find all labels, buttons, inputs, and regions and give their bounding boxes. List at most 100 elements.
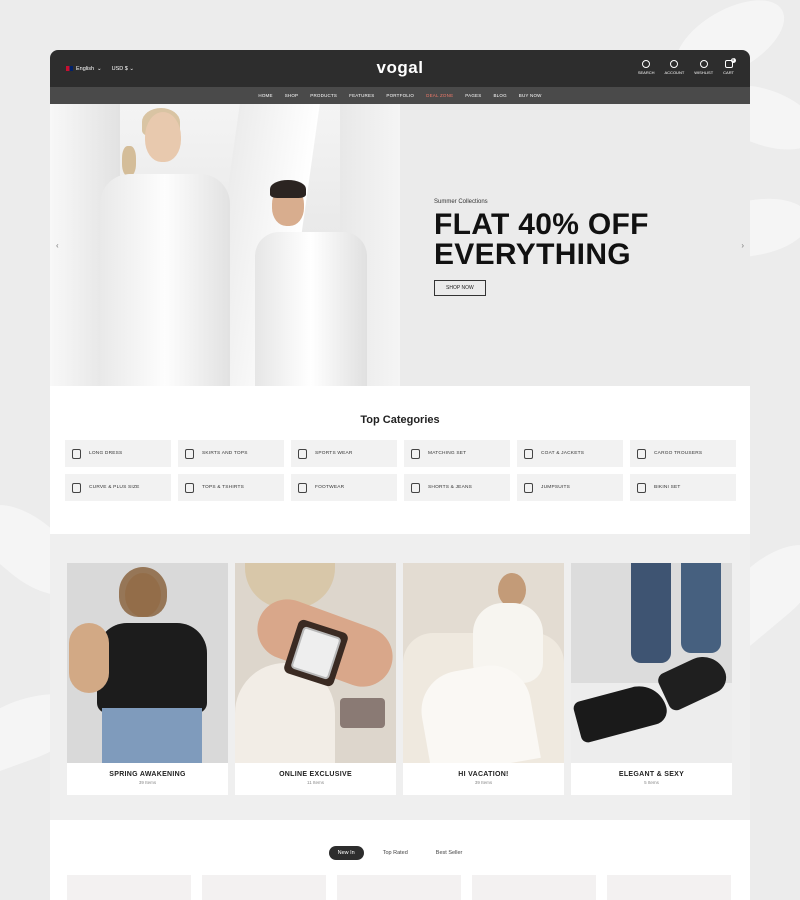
nav-blog[interactable]: BLOG [493, 93, 506, 98]
hero-title-line2: EVERYTHING [434, 238, 631, 271]
cart-icon: 0 [724, 58, 736, 68]
product-card[interactable] [67, 875, 191, 900]
header-actions: SEARCH ACCOUNT WISHLIST 0 CART [638, 58, 736, 75]
collection-count: 5 Items [644, 780, 659, 785]
category-tops-tshirts[interactable]: TOPS & TSHIRTS [178, 474, 284, 501]
nav-pages[interactable]: PAGES [465, 93, 481, 98]
skirt-icon [185, 448, 194, 459]
account-label: ACCOUNT [664, 70, 685, 75]
model-man [255, 232, 367, 386]
top-categories-section: Top Categories LONG DRESS SKIRTS AND TOP… [50, 386, 750, 534]
category-coat-jackets[interactable]: COAT & JACKETS [517, 440, 623, 467]
category-label: COAT & JACKETS [541, 451, 585, 456]
tshirt-icon [185, 482, 194, 493]
currency-label: USD $ [111, 65, 128, 72]
collection-card[interactable]: ELEGANT & SEXY 5 Items [571, 563, 732, 795]
category-skirts-and-tops[interactable]: SKIRTS AND TOPS [178, 440, 284, 467]
section-title: Top Categories [360, 414, 440, 426]
category-jumpsuits[interactable]: JUMPSUITS [517, 474, 623, 501]
hero-title-line1: FLAT 40% OFF [434, 208, 649, 241]
plus-size-icon [72, 482, 81, 493]
bikini-icon [637, 482, 646, 493]
category-label: CARGO TROUSERS [654, 451, 703, 456]
collection-card[interactable]: HI VACATION! 39 Items [403, 563, 564, 795]
category-label: BIKINI SET [654, 485, 681, 490]
search-icon [642, 60, 651, 68]
hero-banner: ‹ › Summer Collections FLAT 40% OFF EVER… [50, 104, 750, 386]
nav-buy-now[interactable]: BUY NOW [519, 93, 542, 98]
sportswear-icon [298, 448, 307, 459]
collections-section: SPRING AWAKENING 39 Items ONLINE EXCLUSI… [50, 534, 750, 820]
tab-new-in[interactable]: New In [328, 846, 364, 860]
shoe-icon [298, 482, 307, 493]
collection-card[interactable]: SPRING AWAKENING 39 Items [67, 563, 228, 795]
hero-subtitle: Summer Collections [434, 199, 488, 205]
product-card[interactable] [202, 875, 326, 900]
language-selector[interactable]: English ⌄ [66, 66, 102, 72]
category-label: MATCHING SET [428, 451, 467, 456]
category-shorts-jeans[interactable]: SHORTS & JEANS [404, 474, 510, 501]
model-woman [100, 174, 230, 386]
category-footwear[interactable]: FOOTWEAR [291, 474, 397, 501]
heart-icon [699, 60, 708, 68]
tab-top-rated[interactable]: Top Rated [374, 846, 417, 860]
collection-count: 39 Items [474, 780, 493, 785]
collection-image [235, 563, 396, 763]
product-card[interactable] [607, 875, 731, 900]
product-tabs: New In Top Rated Best Seller [50, 846, 750, 860]
tab-best-seller[interactable]: Best Seller [427, 846, 472, 860]
carousel-next-button[interactable]: › [741, 241, 744, 250]
nav-home[interactable]: HOME [258, 93, 272, 98]
products-section: New In Top Rated Best Seller [50, 820, 750, 900]
nav-products[interactable]: PRODUCTS [310, 93, 337, 98]
website-frame: English ⌄ USD $ ⌄ vogal SEARCH ACCOUNT W… [50, 50, 750, 900]
shop-now-button[interactable]: SHOP NOW [434, 280, 486, 296]
collection-card[interactable]: ONLINE EXCLUSIVE 11 Items [235, 563, 396, 795]
top-bar: English ⌄ USD $ ⌄ vogal SEARCH ACCOUNT W… [50, 50, 750, 87]
matching-set-icon [411, 448, 420, 459]
account-button[interactable]: ACCOUNT [664, 60, 685, 75]
language-label: English [76, 65, 95, 72]
collection-image [571, 563, 732, 763]
category-curve-plus-size[interactable]: CURVE & PLUS SIZE [65, 474, 171, 501]
wishlist-label: WISHLIST [694, 70, 714, 75]
search-label: SEARCH [637, 70, 655, 75]
cart-button[interactable]: 0 CART [723, 58, 736, 75]
category-label: CURVE & PLUS SIZE [89, 485, 140, 490]
collection-count: 11 Items [307, 780, 324, 785]
collection-name: SPRING AWAKENING [109, 771, 186, 778]
hero-text: Summer Collections FLAT 40% OFF EVERYTHI… [434, 199, 649, 296]
product-card[interactable] [472, 875, 596, 900]
category-cargo-trousers[interactable]: CARGO TROUSERS [630, 440, 736, 467]
currency-selector[interactable]: USD $ ⌄ [112, 66, 134, 72]
category-sports-wear[interactable]: SPORTS WEAR [291, 440, 397, 467]
nav-deal-zone[interactable]: DEAL ZONE [426, 93, 453, 98]
collection-name: HI VACATION! [458, 771, 509, 778]
dress-icon [72, 448, 81, 459]
category-label: SKIRTS AND TOPS [202, 451, 248, 456]
product-card[interactable] [337, 875, 461, 900]
collection-count: 39 Items [138, 780, 157, 785]
nav-portfolio[interactable]: PORTFOLIO [386, 93, 414, 98]
category-bikini-set[interactable]: BIKINI SET [630, 474, 736, 501]
category-label: FOOTWEAR [315, 485, 345, 490]
coat-icon [524, 448, 533, 459]
chevron-down-icon: ⌄ [97, 65, 102, 72]
nav-features[interactable]: FEATURES [349, 93, 374, 98]
carousel-prev-button[interactable]: ‹ [56, 241, 59, 250]
chevron-down-icon: ⌄ [129, 65, 134, 72]
category-label: SHORTS & JEANS [428, 485, 473, 490]
wishlist-button[interactable]: WISHLIST [694, 60, 713, 75]
category-long-dress[interactable]: LONG DRESS [65, 440, 171, 467]
account-icon [670, 60, 679, 68]
product-grid [67, 875, 750, 900]
nav-shop[interactable]: SHOP [285, 93, 299, 98]
category-matching-set[interactable]: MATCHING SET [404, 440, 510, 467]
cart-label: CART [723, 70, 734, 75]
collection-image [67, 563, 228, 763]
category-label: LONG DRESS [89, 451, 123, 456]
main-nav: HOME SHOP PRODUCTS FEATURES PORTFOLIO DE… [50, 87, 750, 104]
hero-image [50, 104, 400, 386]
search-button[interactable]: SEARCH [638, 60, 655, 75]
site-logo[interactable]: vogal [377, 58, 424, 78]
